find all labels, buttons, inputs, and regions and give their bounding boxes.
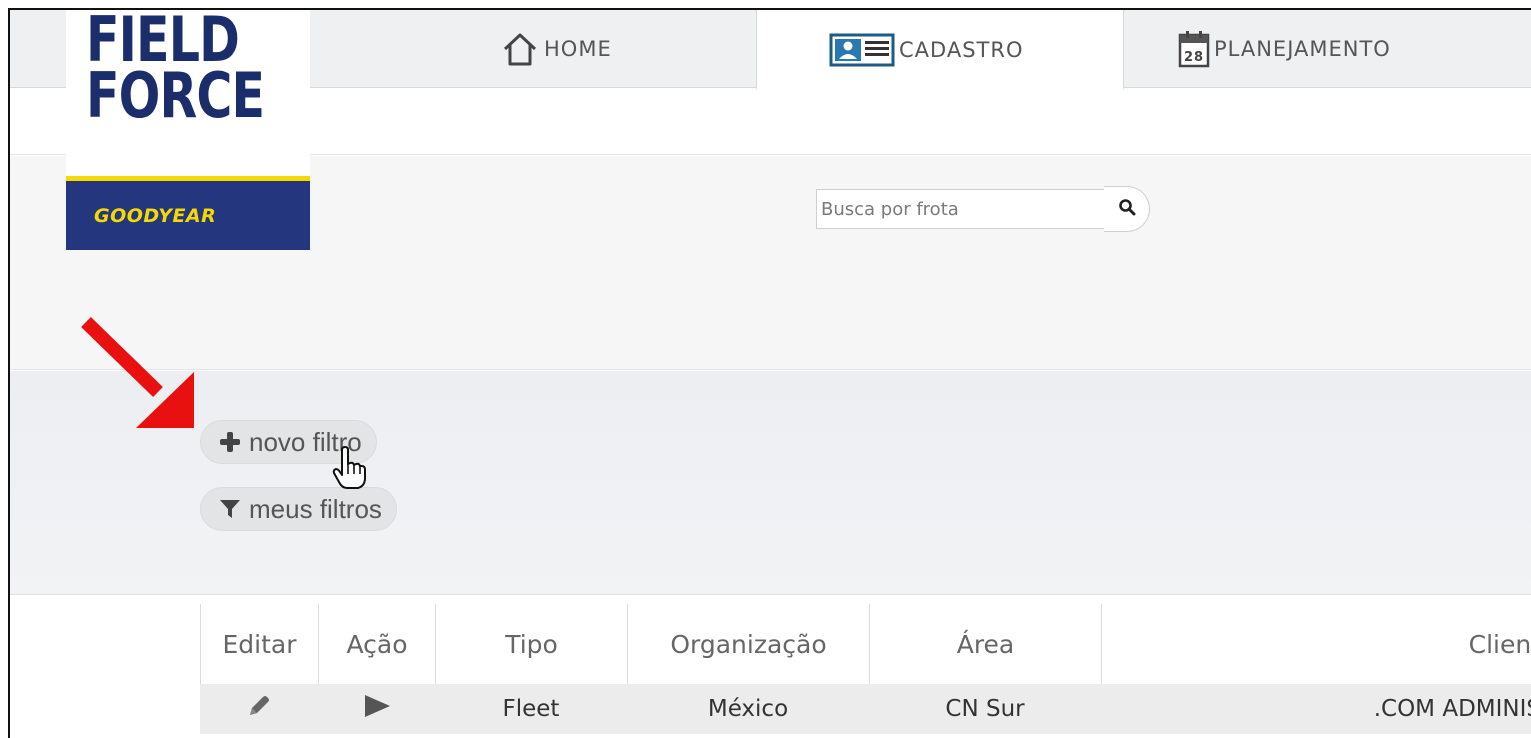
cell-area: CN Sur [945, 696, 1025, 722]
column-header-cliente[interactable]: Client [1101, 604, 1531, 684]
filter-band [10, 371, 1531, 595]
search-button[interactable] [1104, 186, 1150, 232]
goodyear-wordmark: GOODYEAR [94, 205, 217, 227]
red-arrow-annotation [76, 314, 206, 438]
results-table: Editar Ação Tipo Organização Área Client… [200, 604, 1531, 734]
play-icon [363, 694, 391, 724]
column-header-editar[interactable]: Editar [200, 604, 318, 684]
edit-button[interactable] [200, 684, 318, 734]
search-group [816, 186, 1150, 232]
plus-icon [219, 431, 241, 453]
table-header: Editar Ação Tipo Organização Área Client [200, 604, 1531, 684]
column-header-acao[interactable]: Ação [318, 604, 435, 684]
hand-pointer-cursor [332, 446, 368, 494]
search-input[interactable] [816, 189, 1106, 229]
home-icon [500, 31, 540, 67]
id-card-icon [829, 33, 895, 67]
cell-organizacao: México [707, 696, 789, 722]
pencil-icon [247, 694, 271, 724]
fieldforce-goodyear-logo: FIELD FORCE GOODYEAR [66, 10, 310, 250]
tab-planejamento-label: PLANEJAMENTO [1214, 37, 1391, 61]
calendar-day: 28 [1184, 50, 1204, 65]
column-header-organizacao[interactable]: Organização [627, 604, 869, 684]
calendar-icon: 28 [1178, 30, 1210, 68]
funnel-icon [219, 498, 241, 520]
column-header-area[interactable]: Área [869, 604, 1101, 684]
search-icon [1118, 198, 1136, 220]
cell-cliente: .COM ADMINIS [1373, 696, 1531, 722]
tab-home[interactable]: HOME [500, 10, 612, 88]
logo-text: FIELD FORCE [86, 8, 265, 132]
tab-cadastro-label: CADASTRO [899, 37, 1024, 62]
goodyear-band: GOODYEAR [66, 176, 310, 250]
tab-cadastro[interactable]: CADASTRO [756, 10, 1124, 89]
tab-home-label: HOME [544, 37, 612, 61]
run-action-button[interactable] [318, 684, 435, 734]
app-window: HOME CADASTRO 28 PLANEJAMENTO Busca por … [8, 8, 1531, 738]
my-filters-label: meus filtros [249, 493, 382, 524]
column-header-tipo[interactable]: Tipo [435, 604, 627, 684]
tab-planejamento[interactable]: 28 PLANEJAMENTO [1178, 10, 1391, 88]
table-row: Fleet México CN Sur .COM ADMINIS [200, 684, 1531, 734]
cell-tipo: Fleet [502, 696, 560, 722]
